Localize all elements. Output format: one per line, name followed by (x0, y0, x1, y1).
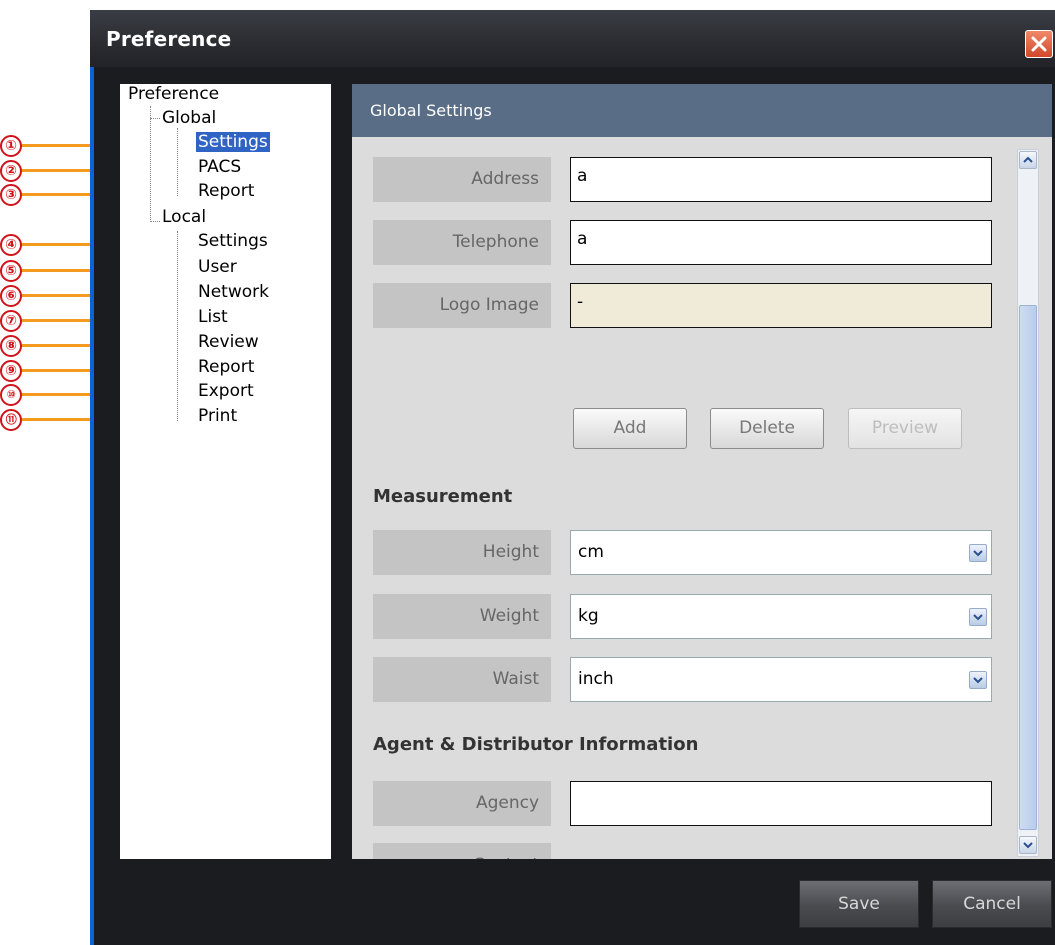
tree-node-global[interactable]: Global (162, 108, 216, 128)
callout-number: ⑧ (0, 335, 22, 357)
chevron-up-icon (1023, 156, 1033, 163)
dropdown-arrow[interactable] (969, 671, 987, 689)
scroll-down-button[interactable] (1019, 836, 1037, 854)
window-title: Preference (106, 27, 232, 51)
chevron-down-icon (973, 614, 983, 621)
scroll-thumb[interactable] (1019, 305, 1037, 830)
height-select[interactable]: cm (570, 530, 992, 575)
telephone-input[interactable]: a (570, 220, 992, 265)
tree-item-local-report[interactable]: Report (198, 357, 254, 377)
chevron-down-icon (1023, 842, 1033, 849)
callout-number: ⑨ (0, 360, 22, 382)
dropdown-arrow[interactable] (969, 544, 987, 562)
panel-title: Global Settings (370, 101, 492, 120)
tree-item-local-print[interactable]: Print (198, 406, 237, 426)
contact-label: Contact (373, 843, 551, 859)
agency-input[interactable] (570, 781, 992, 826)
save-button[interactable]: Save (799, 880, 919, 928)
weight-select-value: kg (578, 606, 599, 626)
address-input[interactable]: a (570, 157, 992, 202)
height-select-value: cm (578, 542, 604, 562)
title-bar[interactable]: Preference (90, 10, 1055, 67)
tree-item-local-settings[interactable]: Settings (198, 231, 268, 251)
weight-select[interactable]: kg (570, 594, 992, 639)
logo-image-label: Logo Image (373, 283, 551, 328)
global-settings-panel: Global Settings Address a Telephone a Lo… (352, 84, 1052, 859)
height-label: Height (373, 530, 551, 575)
callout-number: ③ (0, 184, 22, 206)
callout-number: ① (0, 135, 22, 157)
agency-label: Agency (373, 781, 551, 826)
waist-select-value: inch (578, 669, 614, 689)
dropdown-arrow[interactable] (969, 608, 987, 626)
close-button[interactable] (1025, 30, 1053, 58)
tree-item-global-settings[interactable]: Settings (196, 132, 270, 152)
callout-number: ⑤ (0, 260, 22, 282)
callout-number: ⑦ (0, 310, 22, 332)
close-icon (1031, 36, 1047, 52)
measurement-section-title: Measurement (373, 486, 513, 507)
add-logo-button[interactable]: Add (573, 408, 687, 449)
callout-number: ② (0, 160, 22, 182)
address-label: Address (373, 157, 551, 202)
tree-item-local-review[interactable]: Review (198, 332, 259, 352)
tree-item-local-user[interactable]: User (198, 257, 237, 277)
weight-label: Weight (373, 594, 551, 639)
tree-root-preference[interactable]: Preference (128, 84, 219, 104)
tree-node-local[interactable]: Local (162, 207, 206, 227)
vertical-scrollbar[interactable] (1017, 149, 1039, 857)
waist-select[interactable]: inch (570, 657, 992, 702)
agent-section-title: Agent & Distributor Information (373, 734, 699, 755)
preview-logo-button: Preview (848, 408, 962, 449)
chevron-down-icon (973, 550, 983, 557)
chevron-down-icon (973, 677, 983, 684)
callout-number: ④ (0, 234, 22, 256)
logo-image-field: - (570, 283, 992, 328)
telephone-label: Telephone (373, 220, 551, 265)
scroll-up-button[interactable] (1019, 151, 1037, 169)
tree-item-local-list[interactable]: List (198, 307, 228, 327)
callout-number: ⑩ (0, 384, 22, 406)
callout-number: ⑪ (0, 409, 22, 431)
tree-item-local-network[interactable]: Network (198, 282, 269, 302)
window-body: Preference Global Settings PACS Report L… (90, 67, 1055, 945)
tree-item-local-export[interactable]: Export (198, 381, 254, 401)
preference-tree: Preference Global Settings PACS Report L… (120, 84, 331, 859)
cancel-button[interactable]: Cancel (932, 880, 1052, 928)
preference-window: Preference Preference Global Settings PA… (90, 10, 1055, 945)
tree-item-global-pacs[interactable]: PACS (198, 157, 241, 177)
waist-label: Waist (373, 657, 551, 702)
panel-header: Global Settings (352, 84, 1052, 137)
tree-item-global-report[interactable]: Report (198, 181, 254, 201)
delete-logo-button[interactable]: Delete (710, 408, 824, 449)
callout-number: ⑥ (0, 285, 22, 307)
